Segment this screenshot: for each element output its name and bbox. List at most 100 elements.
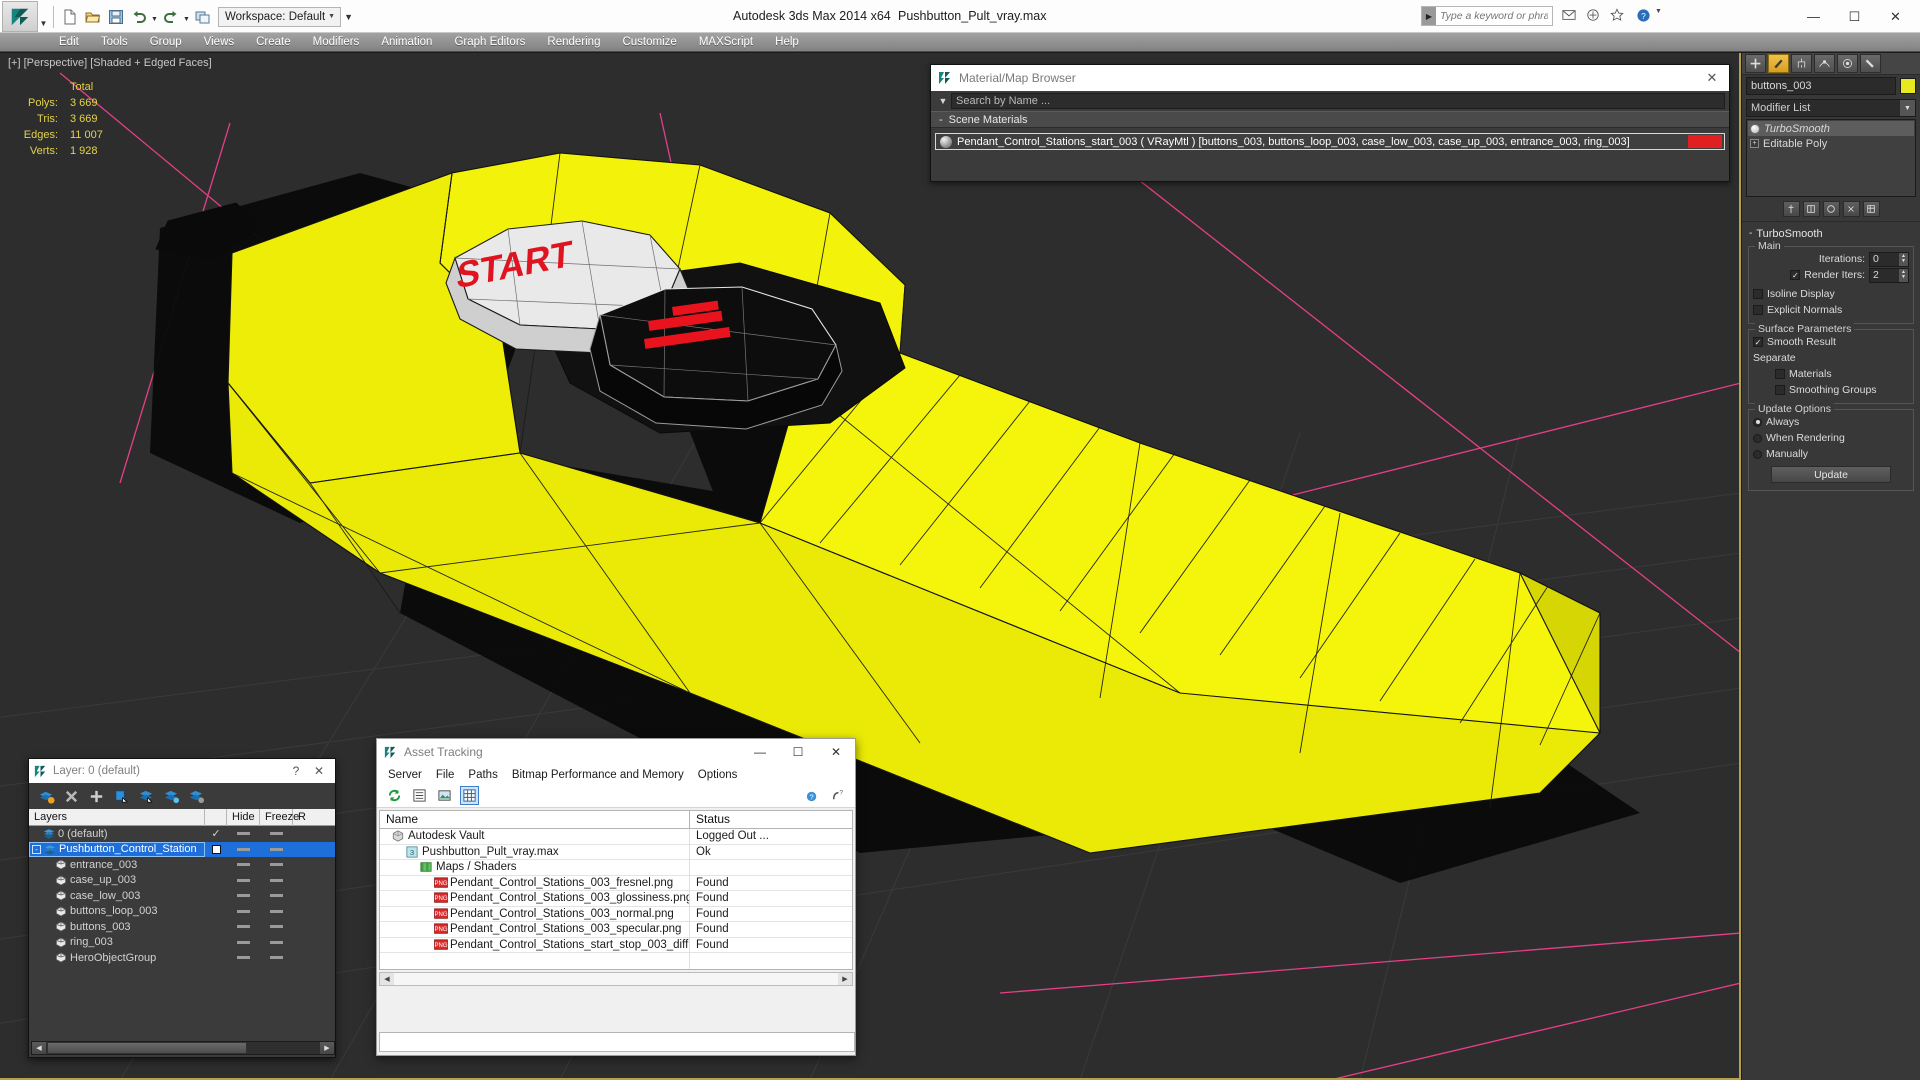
help-icon[interactable]: ?: [285, 761, 307, 781]
asset-row[interactable]: PNG Pendant_Control_Stations_start_stop_…: [380, 937, 852, 953]
hide-toggle[interactable]: [227, 940, 260, 944]
hide-toggle[interactable]: [227, 878, 260, 882]
quick-search-box[interactable]: ▶: [1421, 6, 1553, 26]
motion-tab[interactable]: [1814, 54, 1835, 73]
menu-item-paths[interactable]: Paths: [461, 769, 504, 781]
menu-item-animation[interactable]: Animation: [370, 33, 443, 52]
freeze-toggle[interactable]: [260, 894, 293, 898]
app-menu-dropdown-icon[interactable]: ▼: [38, 1, 49, 32]
help-icon[interactable]: ?: [1636, 8, 1651, 26]
scroll-right-icon[interactable]: ▶: [320, 1042, 334, 1054]
maximize-button[interactable]: ☐: [1834, 2, 1875, 32]
close-icon[interactable]: ✕: [1701, 68, 1723, 88]
undo-icon[interactable]: [127, 5, 150, 28]
freeze-toggle[interactable]: [260, 940, 293, 944]
hide-toggle[interactable]: [227, 847, 260, 851]
redo-dropdown-icon[interactable]: ▼: [182, 5, 191, 28]
layer-manager-dialog[interactable]: Layer: 0 (default) ? ✕ Layers Hide Freez…: [28, 758, 336, 1058]
asset-horizontal-scrollbar[interactable]: ◀ ▶: [379, 971, 853, 986]
layer-list[interactable]: 0 (default) ✓ - Pushbutton_Control_Stati…: [29, 826, 335, 976]
display-tab[interactable]: [1837, 54, 1858, 73]
minimize-button[interactable]: —: [1793, 2, 1834, 32]
layer-row[interactable]: buttons_loop_003: [29, 904, 335, 920]
configure-modifier-sets-icon[interactable]: [1862, 200, 1880, 217]
menu-item-create[interactable]: Create: [245, 33, 302, 52]
layer-row[interactable]: case_low_003: [29, 888, 335, 904]
hide-toggle[interactable]: [227, 894, 260, 898]
asset-row[interactable]: PNG Pendant_Control_Stations_003_glossin…: [380, 890, 852, 907]
menu-item-file[interactable]: File: [429, 769, 462, 781]
close-icon[interactable]: ✕: [307, 761, 331, 781]
object-color-swatch[interactable]: [1900, 78, 1916, 94]
group-collapse-icon[interactable]: -: [939, 114, 943, 126]
material-map-browser[interactable]: Material/Map Browser ✕ ▼ Search by Name …: [930, 64, 1730, 182]
info-center-icon[interactable]: [1562, 8, 1576, 25]
table-view-icon[interactable]: [460, 786, 479, 805]
scroll-right-icon[interactable]: ▶: [838, 972, 852, 985]
current-layer-check[interactable]: [205, 844, 227, 854]
menu-item-customize[interactable]: Customize: [611, 33, 687, 52]
render-iters-checkbox[interactable]: ✓: [1790, 270, 1801, 280]
spinner-arrows-icon[interactable]: ▲ ▼: [1899, 252, 1908, 266]
render-iters-spinner[interactable]: 2 ▲ ▼: [1869, 267, 1909, 283]
save-file-icon[interactable]: [104, 5, 127, 28]
asset-table[interactable]: Name Status Autodesk Vault Logged Out ..…: [379, 810, 853, 970]
search-dropdown-icon[interactable]: ▶: [1422, 7, 1436, 25]
asset-row[interactable]: PNG Pendant_Control_Stations_003_specula…: [380, 921, 852, 938]
expand-icon[interactable]: +: [1750, 139, 1759, 148]
minimize-button[interactable]: —: [741, 739, 779, 765]
update-when-rendering-radio[interactable]: [1753, 433, 1762, 443]
menu-item-rendering[interactable]: Rendering: [536, 33, 611, 52]
scene-materials-group-header[interactable]: - Scene Materials: [931, 111, 1729, 128]
freeze-toggle[interactable]: [260, 847, 293, 851]
materials-checkbox[interactable]: [1775, 369, 1785, 379]
thumbnail-view-icon[interactable]: [435, 786, 454, 805]
material-list-item[interactable]: Pendant_Control_Stations_start_003 ( VRa…: [935, 133, 1725, 150]
layer-row[interactable]: entrance_003: [29, 857, 335, 873]
chevron-down-icon[interactable]: ▼: [325, 13, 338, 20]
modifier-stack-item-turbosmooth[interactable]: TurboSmooth: [1748, 121, 1914, 136]
rollout-collapse-icon[interactable]: -: [1749, 228, 1752, 239]
modifier-enable-icon[interactable]: [1750, 123, 1760, 134]
close-button[interactable]: ✕: [1875, 2, 1916, 32]
create-tab[interactable]: [1745, 54, 1766, 73]
open-file-icon[interactable]: [81, 5, 104, 28]
asset-row[interactable]: Maps / Shaders: [380, 859, 852, 876]
select-highlighted-icon[interactable]: [137, 787, 156, 806]
freeze-toggle[interactable]: [260, 863, 293, 867]
modifier-stack-item-editable-poly[interactable]: + Editable Poly: [1748, 136, 1914, 151]
show-end-result-icon[interactable]: [1802, 200, 1820, 217]
smoothing-groups-checkbox[interactable]: [1775, 385, 1785, 395]
hierarchy-tab[interactable]: [1791, 54, 1812, 73]
freeze-toggle[interactable]: [260, 878, 293, 882]
menu-item-graph-editors[interactable]: Graph Editors: [443, 33, 536, 52]
add-layer-icon[interactable]: [87, 787, 106, 806]
menu-item-help[interactable]: Help: [764, 33, 810, 52]
favorites-icon[interactable]: [1610, 8, 1624, 25]
search-options-icon[interactable]: ▼: [935, 96, 951, 106]
modifier-list-dropdown[interactable]: Modifier List ▼: [1746, 99, 1916, 117]
scroll-track[interactable]: [394, 972, 838, 985]
refresh-icon[interactable]: [385, 786, 404, 805]
asset-row[interactable]: 3 Pushbutton_Pult_vray.max Ok: [380, 844, 852, 860]
highlight-selected-icon[interactable]: [162, 787, 181, 806]
workspace-overflow-icon[interactable]: ▼: [341, 7, 356, 27]
help-dropdown-icon[interactable]: ▼: [1655, 8, 1662, 15]
asset-row[interactable]: PNG Pendant_Control_Stations_003_fresnel…: [380, 875, 852, 891]
list-view-icon[interactable]: [410, 786, 429, 805]
expander-icon[interactable]: -: [32, 844, 41, 854]
layer-row[interactable]: ring_003: [29, 935, 335, 951]
communication-center-icon[interactable]: [1586, 8, 1600, 25]
asset-row[interactable]: PNG Pendant_Control_Stations_003_normal.…: [380, 906, 852, 922]
undo-dropdown-icon[interactable]: ▼: [150, 5, 159, 28]
update-button[interactable]: Update: [1771, 466, 1891, 483]
layer-row[interactable]: HeroObjectGroup: [29, 950, 335, 966]
iterations-spinner[interactable]: 0 ▲ ▼: [1869, 251, 1909, 267]
remove-modifier-icon[interactable]: [1842, 200, 1860, 217]
chevron-down-icon[interactable]: ▼: [1900, 100, 1915, 116]
layer-row[interactable]: case_up_003: [29, 873, 335, 889]
menu-item-bitmap-performance[interactable]: Bitmap Performance and Memory: [505, 769, 691, 781]
layer-row[interactable]: - Pushbutton_Control_Station: [29, 841, 335, 857]
menu-item-maxscript[interactable]: MAXScript: [688, 33, 764, 52]
delete-layer-icon[interactable]: [62, 787, 81, 806]
